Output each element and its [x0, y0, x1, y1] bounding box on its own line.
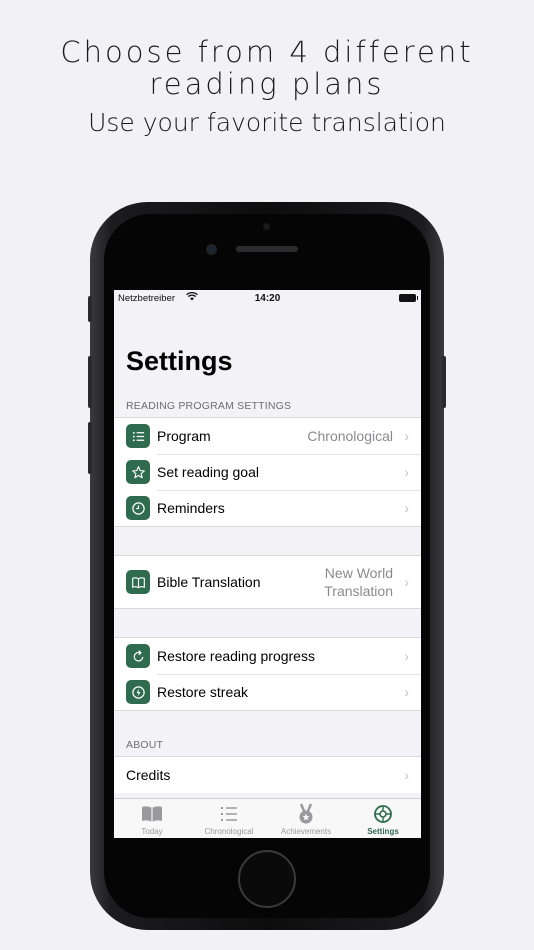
- tab-settings-label: Settings: [367, 827, 399, 836]
- row-restore-streak-label: Restore streak: [157, 684, 249, 700]
- list-icon: [221, 807, 237, 821]
- status-time: 14:20: [254, 293, 281, 304]
- tab-achievements-label: Achievements: [280, 827, 332, 836]
- row-reminders-label: Reminders: [157, 500, 225, 516]
- tab-achievements[interactable]: Achievements: [268, 803, 344, 836]
- tab-chronological[interactable]: Chronological: [191, 803, 267, 836]
- restore-group: Restore reading progress › Restore strea…: [114, 637, 421, 711]
- status-bar: Netzbetreiber 14:20: [114, 290, 421, 306]
- bible-translation-value-line2: Translation: [324, 583, 393, 599]
- mute-switch: [88, 296, 92, 322]
- section-header-reading-program: READING PROGRAM SETTINGS: [126, 400, 292, 412]
- row-bible-translation[interactable]: Bible Translation New World Translation …: [114, 556, 421, 608]
- row-bible-translation-value: New World Translation: [324, 564, 393, 600]
- row-restore-progress[interactable]: Restore reading progress ›: [114, 638, 421, 674]
- chevron-right-icon: ›: [404, 428, 409, 444]
- volume-down-button: [88, 422, 92, 474]
- medal-icon: [299, 803, 313, 824]
- bible-translation-value-line1: New World: [324, 565, 393, 581]
- earpiece-speaker: [236, 246, 298, 252]
- home-button[interactable]: [238, 850, 296, 908]
- page-title: Settings: [126, 346, 233, 376]
- list-icon: [126, 424, 150, 448]
- row-program[interactable]: Program Chronological ›: [114, 418, 421, 454]
- row-restore-streak[interactable]: Restore streak ›: [114, 674, 421, 710]
- tab-settings[interactable]: Settings: [345, 803, 421, 836]
- gear-icon: [374, 805, 392, 823]
- proximity-sensor: [263, 223, 270, 230]
- row-credits-label: Credits: [126, 767, 171, 783]
- row-reading-goal[interactable]: Set reading goal ›: [114, 454, 421, 490]
- row-program-value: Chronological: [307, 428, 393, 444]
- chevron-right-icon: ›: [404, 767, 409, 783]
- book-icon: [126, 570, 150, 594]
- row-credits[interactable]: Credits ›: [114, 757, 421, 793]
- row-bible-translation-label: Bible Translation: [157, 574, 261, 590]
- volume-up-button: [88, 356, 92, 408]
- promo-headline: Choose from 4 different reading plans: [0, 36, 534, 100]
- promo-headline-line2: reading plans: [149, 67, 385, 101]
- front-camera: [206, 244, 217, 255]
- tab-today-label: Today: [141, 827, 163, 836]
- open-book-icon: [142, 806, 162, 822]
- chevron-right-icon: ›: [404, 648, 409, 664]
- bolt-icon: [126, 680, 150, 704]
- section-header-about: ABOUT: [126, 739, 164, 751]
- tab-chronological-label: Chronological: [204, 827, 254, 836]
- row-program-label: Program: [157, 428, 211, 444]
- translation-group: Bible Translation New World Translation …: [114, 555, 421, 609]
- tab-bar: Today Chronological Achievements Setting…: [114, 798, 421, 838]
- star-icon: [126, 460, 150, 484]
- chevron-right-icon: ›: [404, 684, 409, 700]
- app-screen: Netzbetreiber 14:20 Settings READING PRO…: [114, 290, 421, 838]
- row-restore-progress-label: Restore reading progress: [157, 648, 315, 664]
- refresh-icon: [126, 644, 150, 668]
- row-reminders[interactable]: Reminders ›: [114, 490, 421, 526]
- promo-headline-line1: Choose from 4 different: [60, 35, 474, 69]
- chevron-right-icon: ›: [404, 500, 409, 516]
- chevron-right-icon: ›: [404, 574, 409, 590]
- power-button: [442, 356, 446, 408]
- battery-icon: [399, 294, 418, 302]
- reading-program-group: Program Chronological › Set reading goal…: [114, 417, 421, 527]
- chevron-right-icon: ›: [404, 464, 409, 480]
- promo-subheadline: Use your favorite translation: [88, 108, 446, 137]
- tab-today[interactable]: Today: [114, 803, 190, 836]
- about-group: Credits ›: [114, 756, 421, 793]
- row-reading-goal-label: Set reading goal: [157, 464, 259, 480]
- clock-icon: [126, 496, 150, 520]
